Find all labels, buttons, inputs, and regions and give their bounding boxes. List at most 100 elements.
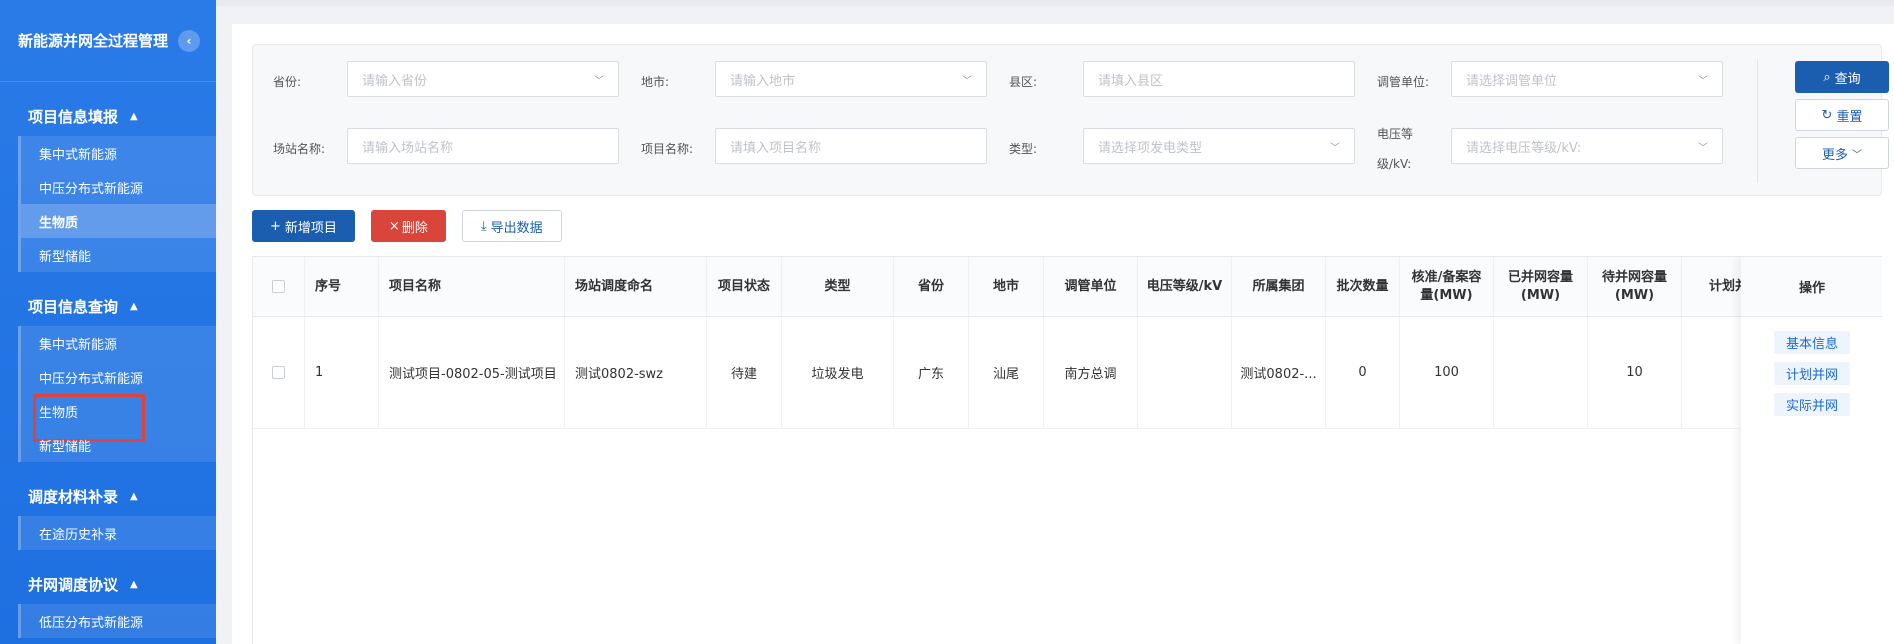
app-title: 新能源并网全过程管理 <box>18 32 169 50</box>
nav-group-label: 调度材料补录 <box>28 487 119 506</box>
project-name-input[interactable]: 请填入项目名称 <box>715 128 987 164</box>
header-city: 地市 <box>969 257 1044 316</box>
project-name-placeholder: 请填入项目名称 <box>730 140 822 156</box>
nav-group-label: 项目信息填报 <box>28 107 119 126</box>
table-row[interactable]: 1 测试项目-0802-05-测试项目 测试0802-swz 待建 垃圾发电 广… <box>253 317 1776 429</box>
dispatch-unit-select[interactable]: 请选择调管单位 ﹀ <box>1451 61 1723 97</box>
station-name-input[interactable]: 请输入场站名称 <box>347 128 619 164</box>
cell-dispatch-unit: 南方总调 <box>1044 317 1138 428</box>
reset-button[interactable]: ↻ 重置 <box>1795 99 1889 131</box>
cell-index: 1 <box>305 317 379 428</box>
close-icon: × <box>388 218 400 234</box>
more-label: 更多 <box>1821 147 1848 163</box>
header-index: 序号 <box>305 257 379 316</box>
delete-button[interactable]: × 删除 <box>370 210 446 242</box>
nav-group-query: 项目信息查询 ▲ 集中式新能源 中压分布式新能源 生物质 新型储能 <box>0 286 216 462</box>
actual-grid-link[interactable]: 实际并网 <box>1773 392 1850 416</box>
cell-batch-count: 0 <box>1326 317 1400 428</box>
cell-group: 测试0802-... <box>1232 317 1326 428</box>
filter-panel: 省份: 请输入省份 ﹀ 地市: 请输入地市 ﹀ 县区: 请填入县区 调管单位: … <box>252 44 1889 196</box>
header-operations: 操作 <box>1741 257 1882 317</box>
voltage-select[interactable]: 请选择电压等级/kV: ﹀ <box>1451 128 1723 164</box>
nav-group-header[interactable]: 项目信息查询 ▲ <box>0 286 216 326</box>
select-all-cell <box>253 257 305 316</box>
type-label: 类型: <box>1009 142 1038 156</box>
top-divider <box>216 0 1894 6</box>
voltage-label-line1: 电压等 <box>1377 127 1414 141</box>
cell-type: 垃圾发电 <box>782 317 894 428</box>
operations-cell: 基本信息 计划并网 实际并网 <box>1741 317 1882 429</box>
header-status: 项目状态 <box>707 257 782 316</box>
nav-group-fill: 项目信息填报 ▲ 集中式新能源 中压分布式新能源 生物质 新型储能 <box>0 96 216 272</box>
cell-city: 汕尾 <box>969 317 1044 428</box>
row-select-cell <box>253 317 305 428</box>
collapse-sidebar-icon[interactable]: ‹ <box>178 29 201 52</box>
station-name-placeholder: 请输入场站名称 <box>362 140 454 156</box>
reset-label: 重置 <box>1836 109 1863 125</box>
header-dispatch-unit: 调管单位 <box>1044 257 1138 316</box>
county-input[interactable]: 请填入县区 <box>1083 61 1355 97</box>
plus-icon: + <box>270 218 281 234</box>
header-station-name: 场站调度命名 <box>565 257 707 316</box>
refresh-icon: ↻ <box>1821 107 1833 123</box>
type-placeholder: 请选择项发电类型 <box>1098 140 1203 156</box>
voltage-label-line2: 级/kV: <box>1377 157 1412 171</box>
header-approved-capacity: 核准/备案容量(MW) <box>1400 257 1494 316</box>
nav-item-centralized[interactable]: 集中式新能源 <box>21 326 216 360</box>
nav-group-label: 并网调度协议 <box>28 575 119 594</box>
add-project-label: 新增项目 <box>284 220 337 236</box>
add-project-button[interactable]: + 新增项目 <box>252 210 355 242</box>
type-select[interactable]: 请选择项发电类型 ﹀ <box>1083 128 1355 164</box>
select-all-checkbox[interactable] <box>272 280 285 293</box>
planned-grid-link[interactable]: 计划并网 <box>1773 361 1850 385</box>
chevron-down-icon: ﹀ <box>962 76 972 87</box>
city-select[interactable]: 请输入地市 ﹀ <box>715 61 987 97</box>
nav-item-centralized[interactable]: 集中式新能源 <box>21 136 216 170</box>
project-name-label: 项目名称: <box>641 142 694 156</box>
filter-divider <box>1757 59 1758 183</box>
nav-item-history[interactable]: 在途历史补录 <box>21 516 216 550</box>
header-province: 省份 <box>894 257 969 316</box>
nav-group-items: 集中式新能源 中压分布式新能源 生物质 新型储能 <box>18 326 216 462</box>
basic-info-link[interactable]: 基本信息 <box>1773 330 1850 354</box>
nav-group-agreement: 并网调度协议 ▲ 低压分布式新能源 <box>0 564 216 638</box>
nav-item-mv-distributed[interactable]: 中压分布式新能源 <box>21 170 216 204</box>
province-select[interactable]: 请输入省份 ﹀ <box>347 61 619 97</box>
query-label: 查询 <box>1834 71 1861 87</box>
city-placeholder: 请输入地市 <box>730 73 796 89</box>
county-placeholder: 请填入县区 <box>1098 73 1164 89</box>
chevron-down-icon: ﹀ <box>1852 149 1862 161</box>
header-pending-capacity: 待并网容量(MW) <box>1588 257 1682 316</box>
nav-item-lv-distributed[interactable]: 低压分布式新能源 <box>21 604 216 638</box>
nav-item-storage[interactable]: 新型储能 <box>21 428 216 462</box>
caret-up-icon: ▲ <box>130 490 138 502</box>
more-button[interactable]: 更多 ﹀ <box>1795 137 1889 169</box>
nav-group-header[interactable]: 项目信息填报 ▲ <box>0 96 216 136</box>
chevron-down-icon: ﹀ <box>1698 143 1708 154</box>
nav-group-items: 低压分布式新能源 <box>18 604 216 638</box>
main-panel: 省份: 请输入省份 ﹀ 地市: 请输入地市 ﹀ 县区: 请填入县区 调管单位: … <box>232 24 1894 644</box>
cell-approved-capacity: 100 <box>1400 317 1494 428</box>
nav-item-biomass-highlighted[interactable]: 生物质 <box>21 394 216 442</box>
header-project-name: 项目名称 <box>379 257 565 316</box>
chevron-down-icon: ﹀ <box>1698 76 1708 87</box>
row-checkbox[interactable] <box>272 366 285 379</box>
nav-item-storage[interactable]: 新型储能 <box>21 238 216 272</box>
table-header: 序号 项目名称 场站调度命名 项目状态 类型 省份 地市 调管单位 电压等级/k… <box>253 257 1776 317</box>
download-icon: ⤓ <box>480 218 487 234</box>
nav-group-items: 在途历史补录 <box>18 516 216 550</box>
nav-group-header[interactable]: 并网调度协议 ▲ <box>0 564 216 604</box>
caret-up-icon: ▲ <box>130 578 138 590</box>
cell-voltage <box>1138 317 1232 428</box>
sidebar: 新能源并网全过程管理 ‹ 项目信息填报 ▲ 集中式新能源 中压分布式新能源 生物… <box>0 0 216 644</box>
city-label: 地市: <box>641 75 670 89</box>
header-group: 所属集团 <box>1232 257 1326 316</box>
header-batch-count: 批次数量 <box>1326 257 1400 316</box>
nav-item-mv-distributed[interactable]: 中压分布式新能源 <box>21 360 216 394</box>
nav-group-header[interactable]: 调度材料补录 ▲ <box>0 476 216 516</box>
query-button[interactable]: ⌕ 查询 <box>1795 61 1889 93</box>
export-button[interactable]: ⤓ 导出数据 <box>461 210 562 242</box>
app-title-bar: 新能源并网全过程管理 ‹ <box>0 0 216 82</box>
cell-station-name: 测试0802-swz <box>565 317 707 428</box>
nav-item-biomass[interactable]: 生物质 <box>21 204 216 238</box>
